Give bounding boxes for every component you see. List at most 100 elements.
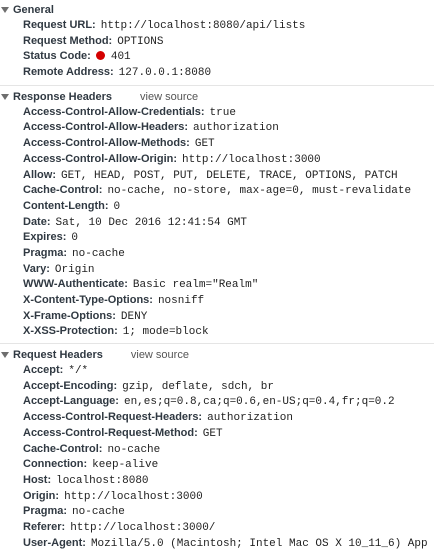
header-value: http://localhost:8080/api/lists [100,20,306,32]
header-value: 0 [71,232,79,245]
header-key: Pragma: [23,246,68,259]
header-row: Access-Control-Allow-Methods: GET [0,136,434,152]
header-value: */* [68,365,89,378]
header-key: Cache-Control: [23,184,103,197]
header-key: Accept-Language: [23,395,119,408]
header-row: X-Content-Type-Options: nosniff [0,293,434,309]
header-key: Pragma: [23,505,68,518]
general-section-header[interactable]: General [0,2,434,18]
view-source-link[interactable]: view source [131,347,189,363]
header-value: 127.0.0.1:8080 [118,67,212,80]
header-key: Request URL: [23,19,96,31]
header-value: Basic realm="Realm" [132,279,259,292]
header-key: User-Agent: [23,536,86,549]
header-key: Vary: [23,262,50,275]
header-value: GET, HEAD, POST, PUT, DELETE, TRACE, OPT… [61,169,398,182]
status-error-icon [95,51,105,61]
request-headers-title: Request Headers [13,349,103,362]
header-key: X-Content-Type-Options: [23,294,153,306]
header-value: http://localhost:3000/ [70,521,216,534]
header-row: Access-Control-Allow-Credentials: true [0,105,434,121]
header-key: X-Frame-Options: [23,309,116,322]
header-key: Access-Control-Allow-Headers: [23,121,189,134]
header-row: Cache-Control: no-cache, no-store, max-ag… [0,183,434,199]
header-value: no-cache [72,506,125,519]
header-value: GET [194,138,215,151]
header-key: Origin: [23,489,60,502]
header-value: nosniff [157,295,205,307]
header-row: Request URL: http://localhost:8080/api/l… [0,18,434,34]
header-row: WWW-Authenticate: Basic realm="Realm" [0,277,434,293]
header-value: http://localhost:3000 [182,153,321,166]
header-key: Cache-Control: [23,442,103,455]
header-key: Date: [23,215,51,228]
header-value: gzip, deflate, sdch, br [122,380,274,393]
header-value: http://localhost:3000 [64,490,203,503]
header-value: no-cache [107,443,161,456]
header-key: WWW-Authenticate: [23,278,128,291]
header-key: Access-Control-Allow-Origin: [23,152,178,165]
header-row: Access-Control-Allow-Origin: http://local… [0,152,434,168]
header-row: Remote Address: 127.0.0.1:8080 [0,65,434,81]
header-key: Connection: [23,458,88,471]
header-row: Status Code: 401 [0,49,434,65]
header-row: Allow: GET, HEAD, POST, PUT, DELETE, TRAC… [0,168,434,184]
header-value: Origin [54,263,95,276]
chevron-down-icon [1,93,9,100]
header-key: Remote Address: [23,66,114,79]
header-row: Access-Control-Allow-Headers: authorizati… [0,120,434,136]
header-row: Referer: http://localhost:3000/ [0,520,434,536]
request-headers-section-header[interactable]: Request Headers view source [0,347,434,363]
chevron-down-icon [1,352,9,359]
header-row: Accept-Language: en,es;q=0.8,ca;q=0.6,en-… [0,394,434,410]
header-key: Request Method: [23,34,113,47]
header-row: User-Agent: Mozilla/5.0 (Macintosh; Intel… [0,536,434,552]
header-row: Accept: */* [0,363,434,379]
header-row: Origin: http://localhost:3000 [0,489,434,505]
header-key: Expires: [23,231,67,244]
header-value: no-cache, no-store, max-age=0, must-reva… [107,185,412,198]
header-row: Accept-Encoding: gzip, deflate, sdch, br [0,379,434,395]
header-value: authorization [193,122,279,135]
general-title: General [13,4,54,16]
general-section: General Request URL: http://localhost:80… [0,0,434,86]
header-key: Content-Length: [23,199,109,212]
header-key: Access-Control-Request-Method: [23,426,198,439]
header-value: Mozilla/5.0 (Macintosh; Intel Mac OS X 1… [90,537,428,550]
header-row: Content-Length: 0 [0,199,434,215]
header-value: 0 [113,200,121,213]
header-value: Sat, 10 Dec 2016 12:41:54 GMT [55,216,247,229]
header-key: Access-Control-Request-Headers: [23,411,203,424]
header-key: Access-Control-Allow-Credentials: [23,105,205,118]
header-key: Host: [23,473,52,486]
header-value: localhost:8080 [56,474,149,487]
header-key: X-XSS-Protection: [23,325,118,338]
header-value: OPTIONS [117,35,164,48]
header-row: Expires: 0 [0,230,434,246]
header-value: true [209,106,236,119]
chevron-down-icon [1,7,9,13]
header-row: X-Frame-Options: DENY [0,309,434,325]
header-key: Allow: [23,168,56,181]
response-headers-section-header[interactable]: Response Headers view source [0,89,434,105]
header-value: no-cache [72,247,125,260]
header-value: 1; mode=block [122,326,209,339]
header-key: Accept-Encoding: [23,379,118,392]
header-key: Accept: [23,364,64,377]
header-row: Pragma: no-cache [0,504,434,520]
header-value: GET [202,427,223,440]
header-row: Date: Sat, 10 Dec 2016 12:41:54 GMT [0,215,434,231]
header-value: 401 [110,51,131,64]
header-row: Access-Control-Request-Method: GET [0,426,434,442]
header-value: keep-alive [92,459,159,472]
header-row: Connection: keep-alive [0,457,434,473]
header-row: Request Method: OPTIONS [0,34,434,50]
header-row: Access-Control-Request-Headers: authoriza… [0,410,434,426]
header-value: DENY [120,310,148,323]
header-key: Referer: [23,520,66,533]
header-value: authorization [207,412,293,425]
header-row: Cache-Control: no-cache [0,442,434,458]
response-headers-section: Response Headers view source Access-Cont… [0,86,434,345]
header-row: Vary: Origin [0,262,434,278]
view-source-link[interactable]: view source [140,89,198,105]
